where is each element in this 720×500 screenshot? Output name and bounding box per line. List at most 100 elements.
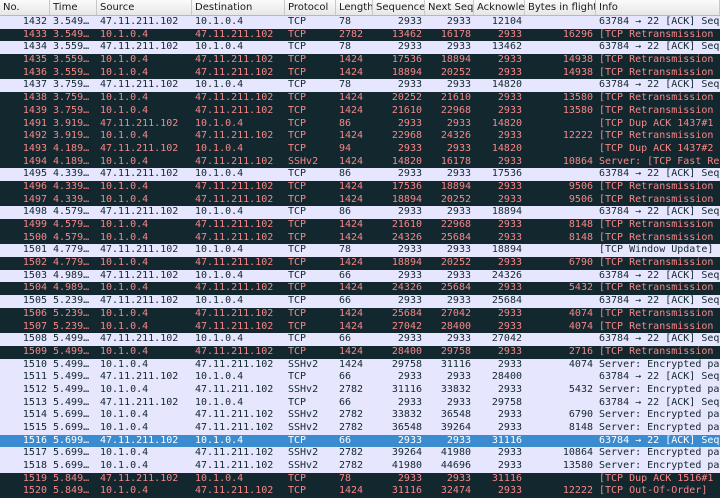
- packet-next-sequence: 41980: [440, 447, 471, 459]
- packet-info: [TCP Retransmission: [599, 307, 714, 319]
- packet-bytes-in-flight: [525, 371, 596, 384]
- packet-destination: 47.11.211.102: [195, 320, 274, 332]
- packet-row[interactable]: 1504 4.989… 10.1.0.4 47.11.211.102 TCP 1424 24…: [0, 282, 720, 296]
- packet-next-sequence: 2933: [446, 142, 471, 154]
- column-header-no[interactable]: No.: [0, 0, 50, 15]
- packet-next-sequence: 25684: [440, 282, 471, 294]
- packet-row[interactable]: 1438 3.759… 10.1.0.4 47.11.211.102 TCP 1424 20…: [0, 92, 720, 105]
- packet-sequence: 27042: [391, 320, 422, 332]
- packet-destination: 10.1.0.4: [195, 472, 244, 484]
- column-header-bytes-in-flight[interactable]: Bytes in flight: [525, 0, 596, 15]
- column-header-source[interactable]: Source: [97, 0, 192, 15]
- packet-sequence: 2933: [397, 371, 422, 383]
- packet-sequence: 2933: [397, 79, 422, 91]
- column-header-protocol[interactable]: Protocol: [285, 0, 336, 15]
- column-header-destination[interactable]: Destination: [192, 0, 285, 15]
- packet-row[interactable]: 1500 4.579… 10.1.0.4 47.11.211.102 TCP 1424 24…: [0, 231, 720, 245]
- column-header-time[interactable]: Time: [50, 0, 97, 15]
- packet-info: [TCP Retransmission: [599, 104, 714, 116]
- packet-row[interactable]: 1439 3.759… 10.1.0.4 47.11.211.102 TCP 1424 21…: [0, 104, 720, 118]
- packet-length: 78: [339, 41, 352, 53]
- packet-acknowledgment: 13462: [491, 41, 522, 53]
- packet-sequence: 33832: [391, 409, 422, 421]
- packet-protocol: TCP: [288, 117, 307, 129]
- column-header-next-sequence[interactable]: Next Sequ: [425, 0, 474, 15]
- packet-length: 66: [339, 371, 352, 383]
- packet-acknowledgment: 2933: [497, 193, 522, 205]
- packet-row[interactable]: 1495 4.339… 47.11.211.102 10.1.0.4 TCP 86 2933…: [0, 168, 720, 181]
- packet-row[interactable]: 1512 5.499… 10.1.0.4 47.11.211.102 SSHv2 2782…: [0, 383, 720, 397]
- packet-row[interactable]: 1507 5.239… 10.1.0.4 47.11.211.102 TCP 1424 27…: [0, 320, 720, 334]
- packet-protocol: SSHv2: [288, 447, 319, 459]
- packet-length: 1424: [339, 219, 364, 230]
- packet-row[interactable]: 1519 5.849… 47.11.211.102 10.1.0.4 TCP 78 2933…: [0, 472, 720, 486]
- packet-row[interactable]: 1516 5.699… 47.11.211.102 10.1.0.4 TCP 66 2933…: [0, 434, 720, 448]
- packet-row[interactable]: 1494 4.189… 10.1.0.4 47.11.211.102 SSHv2 1424…: [0, 155, 720, 169]
- packet-source: 47.11.211.102: [100, 434, 179, 446]
- packet-protocol: TCP: [288, 244, 307, 256]
- packet-info: 63784 → 22 [ACK] Seq: [599, 371, 720, 383]
- packet-row[interactable]: 1506 5.239… 10.1.0.4 47.11.211.102 TCP 1424 25…: [0, 307, 720, 321]
- packet-row[interactable]: 1491 3.919… 47.11.211.102 10.1.0.4 TCP 86 2933…: [0, 117, 720, 131]
- packet-row[interactable]: 1508 5.499… 47.11.211.102 10.1.0.4 TCP 66 2933…: [0, 333, 720, 346]
- packet-destination: 10.1.0.4: [195, 168, 244, 180]
- packet-time: 4.779…: [53, 244, 90, 256]
- packet-row[interactable]: 1505 5.239… 47.11.211.102 10.1.0.4 TCP 66 2933…: [0, 295, 720, 308]
- packet-list[interactable]: No. Time Source Destination Protocol Len…: [0, 0, 720, 500]
- packet-row[interactable]: 1515 5.699… 10.1.0.4 47.11.211.102 SSHv2 2782…: [0, 422, 720, 435]
- packet-row[interactable]: 1436 3.559… 10.1.0.4 47.11.211.102 TCP 1424 18…: [0, 66, 720, 80]
- packet-row[interactable]: 1510 5.499… 10.1.0.4 47.11.211.102 SSHv2 1424…: [0, 358, 720, 372]
- packet-destination: 10.1.0.4: [195, 41, 244, 53]
- packet-info: Server: Encrypted pa: [599, 409, 720, 421]
- packet-acknowledgment: 2933: [497, 219, 522, 230]
- packet-source: 10.1.0.4: [100, 282, 149, 294]
- packet-next-sequence: 2933: [446, 244, 471, 256]
- packet-destination: 47.11.211.102: [195, 193, 274, 205]
- packet-protocol: TCP: [288, 92, 307, 104]
- packet-row[interactable]: 1432 3.549… 47.11.211.102 10.1.0.4 TCP 78 2933…: [0, 16, 720, 29]
- packet-next-sequence: 2933: [446, 371, 471, 383]
- packet-row[interactable]: 1437 3.759… 47.11.211.102 10.1.0.4 TCP 78 2933…: [0, 79, 720, 93]
- packet-destination: 10.1.0.4: [195, 371, 244, 383]
- packet-source: 10.1.0.4: [100, 460, 149, 472]
- packet-row[interactable]: 1514 5.699… 10.1.0.4 47.11.211.102 SSHv2 2782…: [0, 409, 720, 422]
- packet-destination: 47.11.211.102: [195, 409, 274, 421]
- packet-source: 47.11.211.102: [100, 16, 179, 27]
- packet-row[interactable]: 1517 5.699… 10.1.0.4 47.11.211.102 SSHv2 2782…: [0, 447, 720, 461]
- packet-number: 1520: [0, 485, 50, 498]
- packet-row[interactable]: 1503 4.989… 47.11.211.102 10.1.0.4 TCP 66 2933…: [0, 269, 720, 283]
- column-header-length[interactable]: Length: [336, 0, 373, 15]
- packet-bytes-in-flight: [525, 270, 596, 283]
- packet-row[interactable]: 1509 5.499… 10.1.0.4 47.11.211.102 TCP 1424 28…: [0, 345, 720, 359]
- packet-row[interactable]: 1492 3.919… 10.1.0.4 47.11.211.102 TCP 1424 22…: [0, 130, 720, 143]
- packet-row[interactable]: 1497 4.339… 10.1.0.4 47.11.211.102 TCP 1424 18…: [0, 193, 720, 207]
- packet-sequence: 18894: [391, 257, 422, 269]
- packet-info: [TCP Retransmission: [599, 180, 714, 192]
- packet-row[interactable]: 1502 4.779… 10.1.0.4 47.11.211.102 TCP 1424 18…: [0, 257, 720, 270]
- packet-length: 1424: [339, 257, 364, 269]
- column-header-info[interactable]: Info: [596, 0, 720, 15]
- column-header-row: No. Time Source Destination Protocol Len…: [0, 0, 720, 16]
- packet-row[interactable]: 1511 5.499… 47.11.211.102 10.1.0.4 TCP 66 2933…: [0, 371, 720, 384]
- packet-row[interactable]: 1518 5.699… 10.1.0.4 47.11.211.102 SSHv2 2782…: [0, 460, 720, 473]
- packet-time: 4.339…: [53, 193, 90, 205]
- packet-acknowledgment: 27042: [491, 333, 522, 345]
- packet-row[interactable]: 1501 4.779… 47.11.211.102 10.1.0.4 TCP 78 2933…: [0, 244, 720, 258]
- packet-source: 10.1.0.4: [100, 155, 149, 167]
- packet-source: 10.1.0.4: [100, 92, 149, 104]
- packet-row[interactable]: 1520 5.849… 10.1.0.4 47.11.211.102 TCP 1424 31…: [0, 485, 720, 499]
- packet-number: 1508: [22, 333, 47, 345]
- packet-next-sequence: 2933: [446, 117, 471, 129]
- column-header-acknowledgment[interactable]: Acknowle: [474, 0, 525, 15]
- column-header-sequence[interactable]: Sequence: [373, 0, 425, 15]
- packet-row[interactable]: 1435 3.559… 10.1.0.4 47.11.211.102 TCP 1424 17…: [0, 54, 720, 67]
- packet-row[interactable]: 1498 4.579… 47.11.211.102 10.1.0.4 TCP 86 2933…: [0, 206, 720, 219]
- packet-row[interactable]: 1513 5.499… 47.11.211.102 10.1.0.4 TCP 66 2933…: [0, 396, 720, 410]
- packet-row[interactable]: 1496 4.339… 10.1.0.4 47.11.211.102 TCP 1424 17…: [0, 180, 720, 194]
- packet-destination: 10.1.0.4: [195, 142, 244, 154]
- packet-acknowledgment: 2933: [497, 180, 522, 192]
- packet-row[interactable]: 1434 3.559… 47.11.211.102 10.1.0.4 TCP 78 2933…: [0, 41, 720, 55]
- packet-row[interactable]: 1433 3.549… 10.1.0.4 47.11.211.102 TCP 2782 13…: [0, 28, 720, 42]
- packet-row[interactable]: 1493 4.189… 47.11.211.102 10.1.0.4 TCP 94 2933…: [0, 142, 720, 156]
- packet-row[interactable]: 1499 4.579… 10.1.0.4 47.11.211.102 TCP 1424 21…: [0, 219, 720, 232]
